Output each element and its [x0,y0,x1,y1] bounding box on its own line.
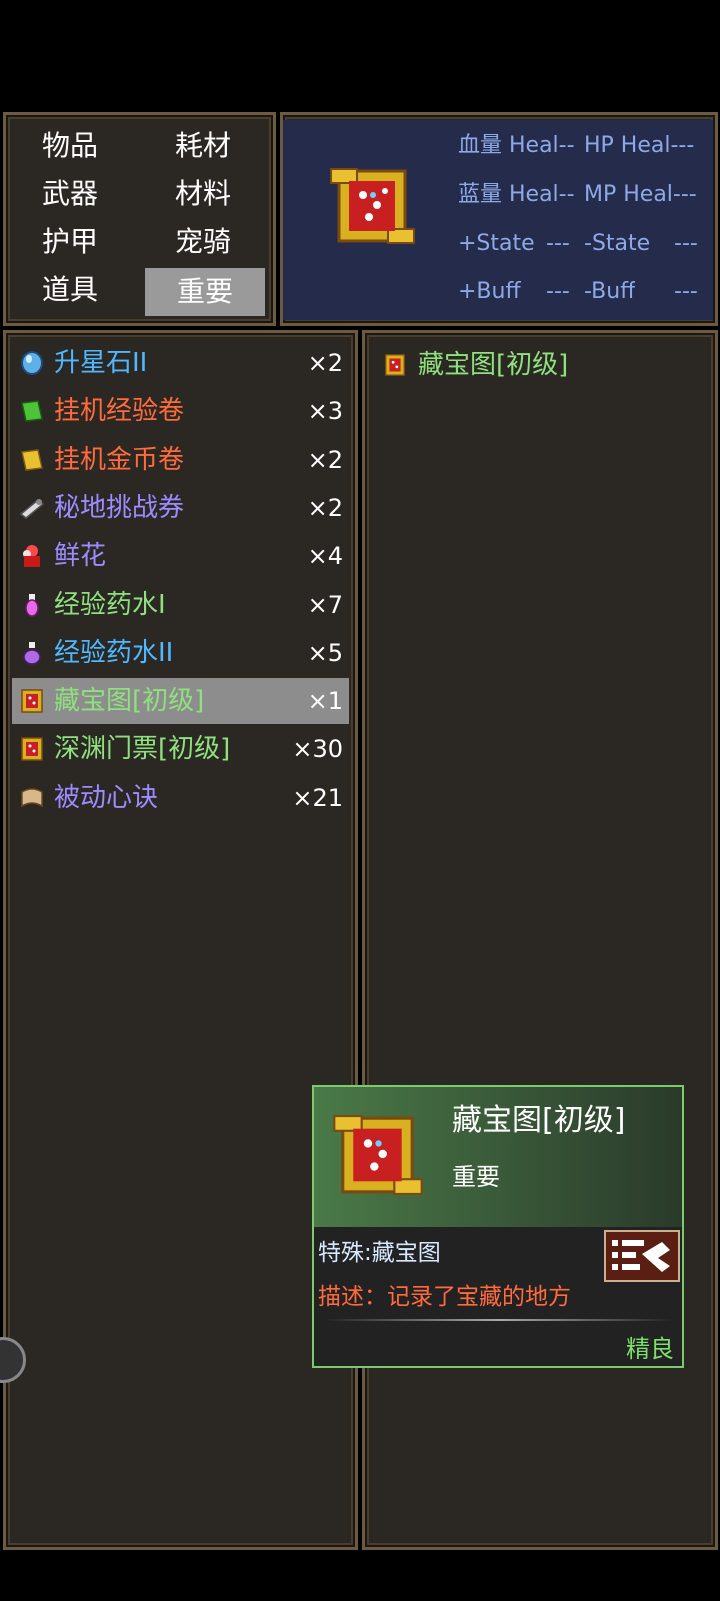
tooltip-description: 描述：记录了宝藏的地方 [318,1284,571,1310]
gold-scroll-icon [21,448,43,471]
category-tab-materials[interactable]: 材料 [143,170,263,218]
item-row[interactable]: 挂机经验卷 ×3 [12,388,349,434]
item-row[interactable]: 深渊门票[初级] ×30 [12,726,349,772]
category-tab-armor[interactable]: 护甲 [10,218,130,266]
item-row[interactable]: 经验药水I ×7 [12,582,349,628]
item-count: ×7 [307,590,343,619]
tooltip-title: 藏宝图[初级] [452,1103,626,1138]
item-row[interactable]: 鲜花 ×4 [12,533,349,579]
state-add-value: --- [546,231,570,256]
mp-heal-label: 蓝量 Heal-- [458,182,575,207]
item-row[interactable]: 升星石II ×2 [12,340,349,386]
item-name: 挂机金币卷 [54,444,185,475]
potion-pink-icon [25,593,39,617]
item-count: ×2 [307,445,343,474]
buff-remove-value: --- [674,279,698,304]
green-scroll-icon [21,400,43,423]
treasure-map-icon [385,354,405,376]
item-row[interactable]: 藏宝图[初级] ×1 [12,678,349,725]
item-count: ×3 [307,397,343,426]
hp-heal-flat-label: HP Heal--- [584,133,695,158]
item-tooltip: 藏宝图[初级] 重要 特殊:藏宝图 描述：记录了宝藏的地方 精良 [312,1085,684,1368]
tooltip-quality: 精良 [626,1335,674,1363]
state-remove-label: -State [584,231,651,256]
hp-heal-label: 血量 Heal-- [458,133,575,158]
potion-purple-icon [23,641,41,665]
buff-add-label: +Buff [458,279,521,304]
item-row[interactable]: 挂机金币卷 ×2 [12,437,349,483]
use-arrow-icon [612,1240,670,1272]
item-count: ×30 [292,735,343,764]
item-name: 深渊门票[初级] [54,734,231,765]
item-name: 升星石II [54,348,148,378]
category-tab-items[interactable]: 物品 [10,122,130,170]
parchment-icon [21,787,43,808]
treasure-map-icon [333,1115,423,1195]
item-row[interactable]: 经验药水II ×5 [12,630,349,676]
category-tab-important[interactable]: 重要 [145,268,265,316]
item-count: ×4 [307,542,343,571]
category-tab-weapons[interactable]: 武器 [10,170,130,218]
item-name: 挂机经验卷 [54,396,185,427]
item-count: ×5 [307,638,343,667]
buff-add-value: --- [546,279,570,304]
tooltip-divider [324,1319,674,1321]
item-name: 秘地挑战券 [54,492,185,523]
item-count: ×2 [307,349,343,377]
flower-icon [23,545,40,568]
ticket-scroll-icon [19,498,45,519]
treasure-map-icon [21,689,43,713]
item-count: ×1 [307,687,343,716]
item-count: ×2 [307,493,343,522]
item-name: 藏宝图[初级] [54,686,205,717]
item-name: 经验药水I [54,589,166,620]
detail-item-name: 藏宝图[初级] [418,350,569,380]
item-name: 鲜花 [54,541,107,572]
tooltip-category: 重要 [452,1163,500,1191]
category-tab-tools[interactable]: 道具 [10,266,130,314]
treasure-map-icon [21,737,43,762]
state-remove-value: --- [674,231,698,256]
buff-remove-label: -Buff [584,279,636,304]
item-row[interactable]: 秘地挑战券 ×2 [12,485,349,531]
state-add-label: +State [458,231,535,256]
item-row[interactable]: 被动心诀 ×21 [12,775,349,821]
tooltip-special: 特殊:藏宝图 [318,1240,441,1266]
item-count: ×21 [292,783,343,812]
blue-gem-icon [21,351,43,375]
category-tab-pets[interactable]: 宠骑 [143,218,263,266]
item-name: 经验药水II [54,637,174,668]
item-name: 被动心诀 [54,782,159,813]
treasure-map-icon [330,168,415,244]
mp-heal-flat-label: MP Heal--- [584,182,697,207]
use-item-button[interactable] [604,1230,680,1282]
category-tab-consumables[interactable]: 耗材 [143,122,263,170]
